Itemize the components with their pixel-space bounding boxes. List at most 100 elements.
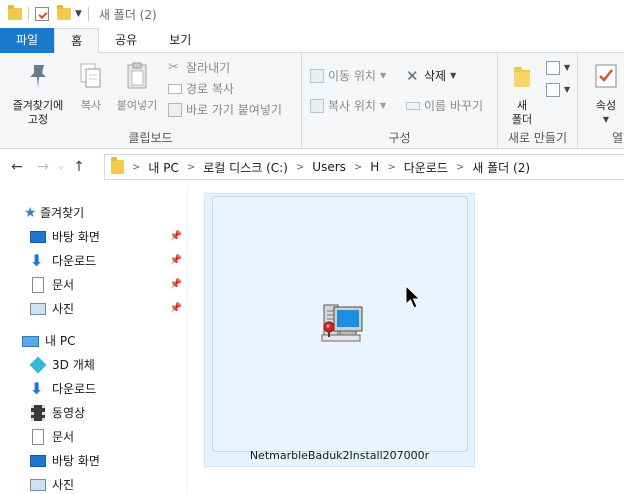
chevron-down-icon[interactable]: ▼	[75, 9, 82, 19]
nav-quick-downloads[interactable]: ⬇ 다운로드 📌	[30, 250, 188, 272]
pin-icon[interactable]: 📌	[170, 274, 182, 296]
installer-icon	[321, 304, 363, 342]
move-to-label: 이동 위치	[328, 69, 376, 83]
download-arrow-icon: ⬇	[30, 379, 44, 398]
title-bar: ▼ 새 폴더 (2)	[0, 0, 624, 28]
move-to-button[interactable]: 이동 위치 ▼	[310, 67, 386, 85]
chevron-right-icon[interactable]: >	[187, 162, 195, 173]
rename-icon	[406, 102, 420, 110]
nav-pc-pictures[interactable]: 사진	[30, 474, 74, 494]
navigation-pane: ★ 즐겨찾기 바탕 화면 📌 ⬇ 다운로드 📌 문서 📌 사진 📌 내 PC 3…	[0, 185, 188, 494]
nav-pc-desktop[interactable]: 바탕 화면	[30, 450, 100, 472]
mouse-cursor-icon	[405, 285, 421, 309]
breadcrumb-downloads[interactable]: 다운로드	[404, 159, 448, 176]
properties-icon[interactable]	[35, 7, 49, 21]
open-group: 속성 ▼ 열	[578, 53, 624, 149]
pictures-icon	[30, 479, 46, 491]
tab-share[interactable]: 공유	[99, 28, 153, 53]
nav-quick-pictures[interactable]: 사진 📌	[30, 298, 188, 320]
star-icon: ★	[24, 205, 37, 221]
arrow-up-icon[interactable]: ↑	[68, 159, 90, 175]
delete-label: 삭제	[424, 69, 447, 83]
new-folder-icon[interactable]	[57, 5, 71, 20]
nav-pc-documents[interactable]: 문서	[30, 426, 74, 448]
organize-group-label: 구성	[388, 131, 411, 145]
new-group-label: 새로 만들기	[507, 131, 567, 145]
chevron-down-icon: ▼	[564, 63, 571, 72]
copy-button[interactable]: 복사	[74, 61, 108, 113]
navigation-bar: ← → ⌄ ↑ > 내 PC > 로컬 디스크 (C:) > Users > H…	[0, 149, 624, 185]
address-bar[interactable]: > 내 PC > 로컬 디스크 (C:) > Users > H > 다운로드 …	[104, 154, 624, 180]
divider	[87, 7, 89, 21]
pin-quick-access-button[interactable]: 즐겨찾기에 고정	[4, 61, 72, 127]
rename-button[interactable]: 이름 바꾸기	[406, 97, 483, 115]
paste-shortcut-button[interactable]: 바로 가기 붙여넣기	[168, 101, 282, 119]
chevron-down-icon: ▼	[450, 71, 457, 80]
divider	[28, 7, 29, 21]
copy-path-button[interactable]: 경로 복사	[168, 80, 234, 98]
nav-this-pc-label: 내 PC	[45, 334, 76, 348]
ribbon: 즐겨찾기에 고정 복사 붙여넣기 ✂ 잘라내기 경로 복사 바로 가기 붙여넣기…	[0, 53, 624, 149]
ribbon-tabs: 파일 홈 공유 보기	[0, 28, 624, 54]
pin-icon[interactable]: 📌	[170, 250, 182, 272]
pin-icon[interactable]: 📌	[170, 298, 182, 320]
clipboard-group: 즐겨찾기에 고정 복사 붙여넣기 ✂ 잘라내기 경로 복사 바로 가기 붙여넣기…	[0, 53, 302, 149]
nav-quick-documents[interactable]: 문서 📌	[30, 274, 188, 296]
chevron-down-icon[interactable]: ▼	[586, 113, 624, 127]
nav-quick-documents-label: 문서	[52, 278, 75, 292]
nav-quick-desktop-label: 바탕 화면	[52, 230, 100, 244]
chevron-right-icon[interactable]: >	[132, 162, 140, 173]
new-item-button[interactable]: ▼	[546, 59, 570, 77]
breadcrumb-new-folder[interactable]: 새 폴더 (2)	[472, 159, 530, 176]
copy-to-button[interactable]: 복사 위치 ▼	[310, 97, 386, 115]
chevron-right-icon[interactable]: >	[456, 162, 464, 173]
new-folder-label: 새 폴더	[511, 99, 533, 126]
nav-quick-desktop[interactable]: 바탕 화면 📌	[30, 226, 188, 248]
nav-this-pc[interactable]: 내 PC	[22, 330, 75, 352]
breadcrumb-users[interactable]: Users	[312, 160, 346, 174]
desktop-icon	[30, 455, 46, 467]
paste-shortcut-label: 바로 가기 붙여넣기	[186, 103, 282, 117]
new-folder-button[interactable]: 새 폴더	[504, 61, 540, 127]
nav-quick-access[interactable]: ★ 즐겨찾기	[24, 202, 84, 224]
nav-pc-videos-label: 동영상	[52, 406, 86, 420]
open-group-label: 열	[612, 131, 624, 145]
breadcrumb-local-disk[interactable]: 로컬 디스크 (C:)	[203, 159, 288, 176]
chevron-down-icon[interactable]: ⌄	[54, 162, 68, 172]
arrow-right-icon[interactable]: →	[32, 159, 54, 175]
new-group: 새 폴더 ▼ ▼ 새로 만들기	[498, 53, 578, 149]
new-item-icon	[546, 61, 560, 75]
folder-icon	[514, 67, 530, 87]
easy-access-button[interactable]: ▼	[546, 81, 570, 99]
copy-path-label: 경로 복사	[186, 82, 234, 96]
breadcrumb-h[interactable]: H	[370, 160, 379, 174]
pin-icon[interactable]: 📌	[170, 226, 182, 248]
nav-pc-pictures-label: 사진	[52, 478, 75, 492]
paste-icon	[127, 62, 147, 89]
chevron-right-icon[interactable]: >	[387, 162, 395, 173]
copy-to-label: 복사 위치	[328, 99, 376, 113]
cut-button[interactable]: ✂ 잘라내기	[168, 59, 230, 77]
cube-icon	[29, 356, 47, 374]
window-title: 새 폴더 (2)	[98, 7, 157, 22]
breadcrumb-this-pc[interactable]: 내 PC	[148, 159, 178, 176]
nav-pc-downloads[interactable]: ⬇ 다운로드	[30, 378, 96, 400]
folder-icon	[111, 157, 124, 174]
file-item[interactable]: NetmarbleBaduk2Install207000r	[204, 193, 475, 467]
scissors-icon: ✂	[168, 60, 179, 75]
pin-label: 즐겨찾기에 고정	[12, 99, 64, 126]
chevron-right-icon[interactable]: >	[354, 162, 362, 173]
nav-pc-3d-objects[interactable]: 3D 개체	[29, 354, 95, 376]
nav-pc-videos[interactable]: 동영상	[30, 402, 85, 424]
tab-home[interactable]: 홈	[54, 28, 100, 54]
properties-button[interactable]: 속성 ▼	[586, 61, 624, 127]
chevron-right-icon[interactable]: >	[296, 162, 304, 173]
easy-access-icon	[546, 83, 560, 97]
delete-button[interactable]: ✕ 삭제 ▼	[406, 67, 456, 85]
clipboard-group-label: 클립보드	[128, 131, 173, 145]
paste-button[interactable]: 붙여넣기	[112, 61, 162, 113]
tab-file[interactable]: 파일	[0, 28, 55, 53]
arrow-left-icon[interactable]: ←	[6, 159, 28, 175]
tab-view[interactable]: 보기	[153, 28, 207, 53]
organize-group: 이동 위치 ▼ 복사 위치 ▼ ✕ 삭제 ▼ 이름 바꾸기 구성	[302, 53, 498, 149]
